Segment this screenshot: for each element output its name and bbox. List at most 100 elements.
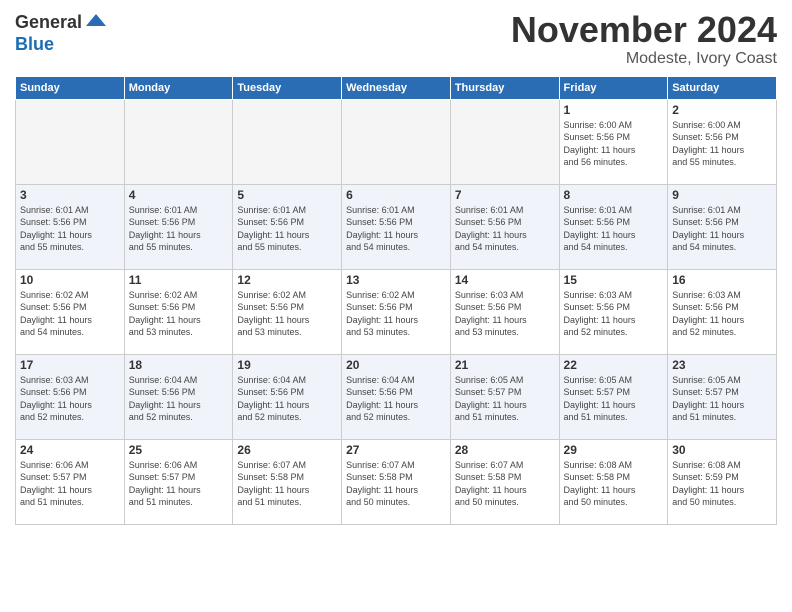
calendar-day-cell: 7 Sunrise: 6:01 AMSunset: 5:56 PMDaylight… [450, 184, 559, 269]
day-info: Sunrise: 6:01 AMSunset: 5:56 PMDaylight:… [455, 204, 555, 254]
day-info: Sunrise: 6:03 AMSunset: 5:56 PMDaylight:… [20, 374, 120, 424]
location-subtitle: Modeste, Ivory Coast [511, 50, 777, 68]
day-info: Sunrise: 6:01 AMSunset: 5:56 PMDaylight:… [346, 204, 446, 254]
calendar-day-cell: 13 Sunrise: 6:02 AMSunset: 5:56 PMDayligh… [342, 269, 451, 354]
day-number: 27 [346, 443, 446, 457]
day-number: 7 [455, 188, 555, 202]
calendar-day-cell [450, 99, 559, 184]
title-section: November 2024 Modeste, Ivory Coast [511, 10, 777, 68]
calendar-day-cell: 11 Sunrise: 6:02 AMSunset: 5:56 PMDayligh… [124, 269, 233, 354]
day-info: Sunrise: 6:01 AMSunset: 5:56 PMDaylight:… [237, 204, 337, 254]
calendar-day-cell: 14Sunrise: 6:03 AMSunset: 5:56 PMDayligh… [450, 269, 559, 354]
calendar-day-cell: 8 Sunrise: 6:01 AMSunset: 5:56 PMDaylight… [559, 184, 668, 269]
day-number: 14 [455, 273, 555, 287]
day-number: 24 [20, 443, 120, 457]
calendar-day-cell: 5 Sunrise: 6:01 AMSunset: 5:56 PMDaylight… [233, 184, 342, 269]
header: General Blue November 2024 Modeste, Ivor… [15, 10, 777, 68]
day-number: 6 [346, 188, 446, 202]
calendar-day-cell: 9 Sunrise: 6:01 AMSunset: 5:56 PMDaylight… [668, 184, 777, 269]
day-number: 17 [20, 358, 120, 372]
day-info: Sunrise: 6:02 AMSunset: 5:56 PMDaylight:… [20, 289, 120, 339]
calendar-table: SundayMondayTuesdayWednesdayThursdayFrid… [15, 76, 777, 525]
calendar-day-cell: 24 Sunrise: 6:06 AMSunset: 5:57 PMDayligh… [16, 439, 125, 524]
calendar-day-cell: 26Sunrise: 6:07 AMSunset: 5:58 PMDayligh… [233, 439, 342, 524]
calendar-week-row: 1 Sunrise: 6:00 AMSunset: 5:56 PMDaylight… [16, 99, 777, 184]
calendar-day-cell: 16 Sunrise: 6:03 AMSunset: 5:56 PMDayligh… [668, 269, 777, 354]
day-info: Sunrise: 6:04 AMSunset: 5:56 PMDaylight:… [346, 374, 446, 424]
day-info: Sunrise: 6:06 AMSunset: 5:57 PMDaylight:… [20, 459, 120, 509]
day-info: Sunrise: 6:05 AMSunset: 5:57 PMDaylight:… [455, 374, 555, 424]
calendar-day-cell [124, 99, 233, 184]
day-number: 15 [564, 273, 664, 287]
logo-blue-text: Blue [15, 34, 54, 55]
day-number: 20 [346, 358, 446, 372]
day-number: 29 [564, 443, 664, 457]
day-info: Sunrise: 6:07 AMSunset: 5:58 PMDaylight:… [346, 459, 446, 509]
calendar-day-cell: 20 Sunrise: 6:04 AMSunset: 5:56 PMDayligh… [342, 354, 451, 439]
day-info: Sunrise: 6:03 AMSunset: 5:56 PMDaylight:… [564, 289, 664, 339]
logo-general-text: General [15, 12, 82, 33]
day-number: 5 [237, 188, 337, 202]
day-info: Sunrise: 6:03 AMSunset: 5:56 PMDaylight:… [672, 289, 772, 339]
day-number: 9 [672, 188, 772, 202]
day-info: Sunrise: 6:06 AMSunset: 5:57 PMDaylight:… [129, 459, 229, 509]
day-info: Sunrise: 6:02 AMSunset: 5:56 PMDaylight:… [346, 289, 446, 339]
day-info: Sunrise: 6:00 AMSunset: 5:56 PMDaylight:… [564, 119, 664, 169]
day-number: 18 [129, 358, 229, 372]
day-number: 13 [346, 273, 446, 287]
day-number: 21 [455, 358, 555, 372]
calendar-day-cell: 27 Sunrise: 6:07 AMSunset: 5:58 PMDayligh… [342, 439, 451, 524]
calendar-day-cell [342, 99, 451, 184]
calendar-header-row: SundayMondayTuesdayWednesdayThursdayFrid… [16, 76, 777, 99]
day-number: 2 [672, 103, 772, 117]
calendar-day-cell: 19 Sunrise: 6:04 AMSunset: 5:56 PMDayligh… [233, 354, 342, 439]
day-info: Sunrise: 6:02 AMSunset: 5:56 PMDaylight:… [237, 289, 337, 339]
calendar-day-cell: 3Sunrise: 6:01 AMSunset: 5:56 PMDaylight… [16, 184, 125, 269]
day-info: Sunrise: 6:08 AMSunset: 5:59 PMDaylight:… [672, 459, 772, 509]
calendar-day-cell: 4Sunrise: 6:01 AMSunset: 5:56 PMDaylight… [124, 184, 233, 269]
day-header-monday: Monday [124, 76, 233, 99]
page: General Blue November 2024 Modeste, Ivor… [0, 0, 792, 612]
calendar-day-cell: 10Sunrise: 6:02 AMSunset: 5:56 PMDayligh… [16, 269, 125, 354]
day-info: Sunrise: 6:00 AMSunset: 5:56 PMDaylight:… [672, 119, 772, 169]
day-number: 30 [672, 443, 772, 457]
day-number: 28 [455, 443, 555, 457]
calendar-day-cell: 2 Sunrise: 6:00 AMSunset: 5:56 PMDaylight… [668, 99, 777, 184]
day-number: 16 [672, 273, 772, 287]
calendar-day-cell: 12Sunrise: 6:02 AMSunset: 5:56 PMDayligh… [233, 269, 342, 354]
day-number: 1 [564, 103, 664, 117]
calendar-week-row: 10Sunrise: 6:02 AMSunset: 5:56 PMDayligh… [16, 269, 777, 354]
calendar-day-cell: 28 Sunrise: 6:07 AMSunset: 5:58 PMDayligh… [450, 439, 559, 524]
calendar-day-cell: 23 Sunrise: 6:05 AMSunset: 5:57 PMDayligh… [668, 354, 777, 439]
day-info: Sunrise: 6:01 AMSunset: 5:56 PMDaylight:… [672, 204, 772, 254]
calendar-week-row: 24 Sunrise: 6:06 AMSunset: 5:57 PMDayligh… [16, 439, 777, 524]
calendar-day-cell [233, 99, 342, 184]
day-info: Sunrise: 6:07 AMSunset: 5:58 PMDaylight:… [455, 459, 555, 509]
day-header-sunday: Sunday [16, 76, 125, 99]
day-header-thursday: Thursday [450, 76, 559, 99]
calendar-day-cell: 21 Sunrise: 6:05 AMSunset: 5:57 PMDayligh… [450, 354, 559, 439]
calendar-day-cell: 15 Sunrise: 6:03 AMSunset: 5:56 PMDayligh… [559, 269, 668, 354]
day-info: Sunrise: 6:02 AMSunset: 5:56 PMDaylight:… [129, 289, 229, 339]
calendar-day-cell: 25 Sunrise: 6:06 AMSunset: 5:57 PMDayligh… [124, 439, 233, 524]
logo: General Blue [15, 10, 108, 55]
day-number: 11 [129, 273, 229, 287]
day-number: 25 [129, 443, 229, 457]
day-info: Sunrise: 6:08 AMSunset: 5:58 PMDaylight:… [564, 459, 664, 509]
day-number: 19 [237, 358, 337, 372]
day-info: Sunrise: 6:01 AMSunset: 5:56 PMDaylight:… [564, 204, 664, 254]
day-number: 4 [129, 188, 229, 202]
day-number: 8 [564, 188, 664, 202]
day-header-tuesday: Tuesday [233, 76, 342, 99]
calendar-day-cell: 30 Sunrise: 6:08 AMSunset: 5:59 PMDayligh… [668, 439, 777, 524]
calendar-week-row: 17 Sunrise: 6:03 AMSunset: 5:56 PMDayligh… [16, 354, 777, 439]
day-info: Sunrise: 6:04 AMSunset: 5:56 PMDaylight:… [237, 374, 337, 424]
calendar-day-cell: 1 Sunrise: 6:00 AMSunset: 5:56 PMDaylight… [559, 99, 668, 184]
day-number: 23 [672, 358, 772, 372]
day-info: Sunrise: 6:04 AMSunset: 5:56 PMDaylight:… [129, 374, 229, 424]
day-info: Sunrise: 6:07 AMSunset: 5:58 PMDaylight:… [237, 459, 337, 509]
day-number: 22 [564, 358, 664, 372]
calendar-day-cell: 18 Sunrise: 6:04 AMSunset: 5:56 PMDayligh… [124, 354, 233, 439]
day-info: Sunrise: 6:05 AMSunset: 5:57 PMDaylight:… [672, 374, 772, 424]
day-info: Sunrise: 6:05 AMSunset: 5:57 PMDaylight:… [564, 374, 664, 424]
